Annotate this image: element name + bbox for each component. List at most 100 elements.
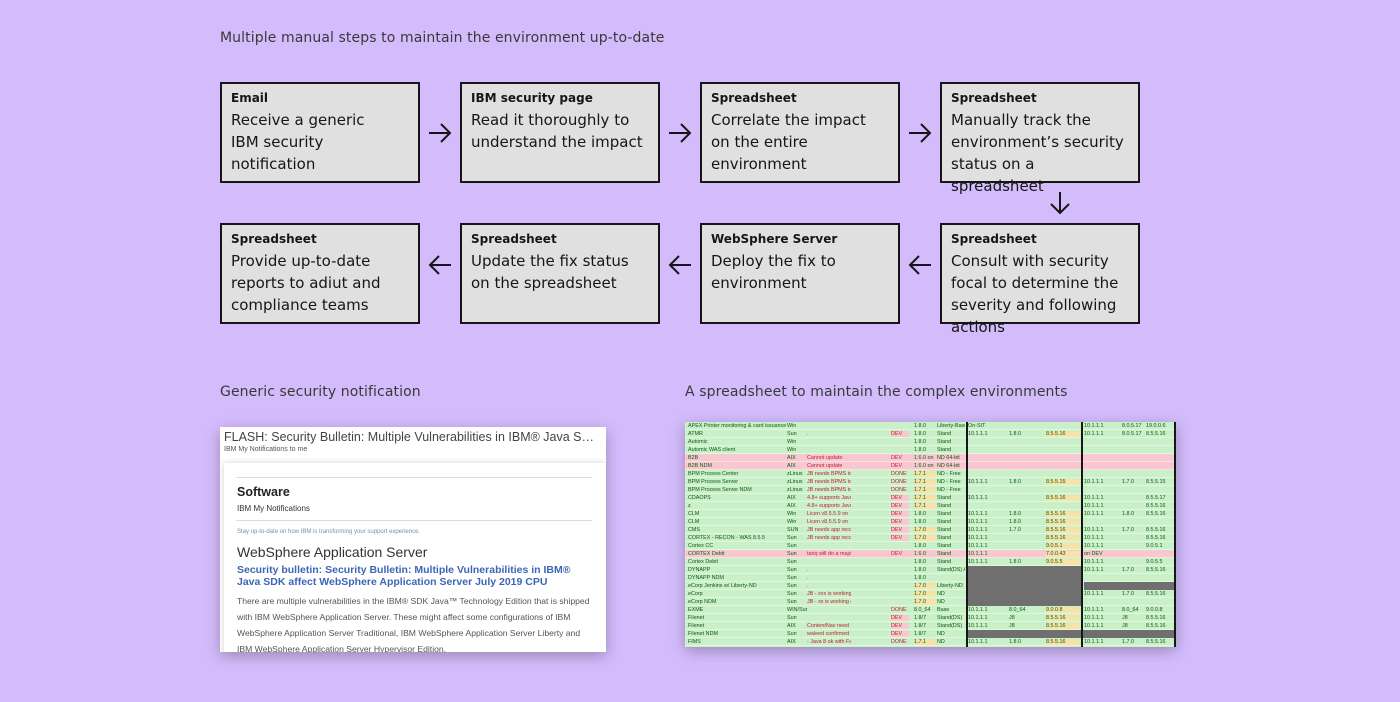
step-label: WebSphere Server (711, 232, 838, 246)
sheet-cell: 1.7.0 (914, 527, 936, 533)
sheet-cell: 1.8.0 (914, 431, 926, 437)
sheet-cell: 9.0.5.1 (1046, 543, 1080, 549)
email-section-title: Software (237, 485, 290, 499)
sheet-cell: 1.7.1 (914, 471, 936, 477)
arrow-left-icon (667, 252, 693, 278)
sheet-cell: 10.1.1.1 (1084, 527, 1104, 533)
sheet-cell: . (807, 583, 809, 589)
sheet-cell: Stand(DS) (937, 615, 963, 621)
sheet-cell: CORTEX - RECON - WAS 8.5.5 (688, 535, 765, 541)
sheet-cell: CMS (688, 527, 700, 533)
sheet-cell: Sun (787, 615, 797, 621)
sheet-cell: Automic WAS client (688, 447, 736, 453)
sheet-cell: 1.7.0 (1122, 639, 1134, 645)
sheet-cell: 10.1.1.1 (968, 623, 988, 629)
step-label: Spreadsheet (471, 232, 557, 246)
sheet-cell: . (807, 575, 809, 581)
sheet-cell: 8.5.5.16 (1146, 503, 1166, 509)
sheet-cell: Stand (937, 543, 952, 549)
sheet-cell: Base (937, 607, 950, 613)
sheet-cell: SUN (787, 527, 799, 533)
sheet-row: ATMR Sun. DEV 1.8.0 Stand 10.1.1.1 1.8.0 8.5.5.… (685, 430, 1176, 438)
sheet-cell: 10.1.1.1 (968, 615, 988, 621)
sheet-row: Cortex Debit Sun 1.8.0 Stand 10.1.1.1 1.8.0 9.… (685, 558, 1176, 566)
sheet-cell: WIN/Sun (787, 607, 807, 613)
sheet-cell: Win (787, 511, 797, 517)
email-sender: IBM My Notifications (237, 504, 310, 513)
sheet-row: CORTEX Debit Sun tariq will do a major DEV 1… (685, 550, 1176, 558)
sheet-cell: DEV (891, 495, 909, 501)
sheet-cell: Cortex Debit (688, 559, 718, 565)
sheet-row: APEX Printer monitoring & card issuance W… (685, 422, 1176, 430)
sheet-cell: 8.5.5.16 (1046, 519, 1080, 525)
sheet-cell: 1.8.0 (914, 559, 926, 565)
sheet-cell: 1.7.0 (914, 583, 936, 589)
step-label: IBM security page (471, 91, 593, 105)
sheet-cell: JB - xxx is working (807, 591, 851, 597)
sheet-cell: JB needs app reco (807, 527, 851, 533)
sheet-cell: 8.5.5.16 (1046, 527, 1080, 533)
spreadsheet-screenshot: APEX Printer monitoring & card issuance W… (685, 422, 1176, 647)
sheet-cell: DEV (891, 527, 909, 533)
sheet-row: Cortex CC Sun 1.8.0 Stand 10.1.1.1 9.0.5.1 10.… (685, 542, 1176, 550)
sheet-cell: 1.8.0 (914, 447, 926, 453)
gray-block (1084, 582, 1176, 590)
sheet-cell: 1.8.0 (914, 439, 926, 445)
step-text: Deploy the fix to environment (711, 252, 836, 292)
sheet-cell: 10.1.1.1 (1084, 423, 1104, 429)
sheet-cell: ND (937, 639, 945, 645)
step-text: Provide up-to-date reports to adiut and … (231, 252, 381, 314)
gray-block (968, 630, 1176, 638)
sheet-cell: 1.7.1 (914, 503, 936, 509)
sheet-row: B2B NDM AIX Cannot update DEV 1.6.0 on ND 64-… (685, 462, 1176, 470)
sheet-row: DYNAPP NDM Sun. 1.8.0 (685, 574, 1176, 582)
sheet-cell: Win (787, 439, 797, 445)
sheet-cell: 4.8+ supports Java (807, 495, 851, 501)
step-text: Update the fix status on the spreadsheet (471, 252, 629, 292)
sheet-cell: Stand (937, 503, 952, 509)
sheet-cell: JB needs app reco (807, 535, 851, 541)
sheet-cell: JB needs BPMS to (807, 471, 851, 477)
sheet-cell: 10.1.1.1 (1084, 535, 1104, 541)
sheet-row: Automic WAS client Win 1.8.0 Stand (685, 446, 1176, 454)
sheet-row: eCorp Sun JB - xxx is working 1.7.0 ND 10.1.1… (685, 590, 1176, 598)
column-divider (966, 422, 968, 647)
sheet-row: CLM Win Licen v8.5.5.9 on DEV 1.8.0 Stand 10.1… (685, 518, 1176, 526)
sheet-cell: waleed confirmed (807, 631, 850, 637)
sheet-cell: 8.5.5.16 (1146, 511, 1166, 517)
sheet-cell: . (807, 431, 809, 437)
sheet-cell: ND - Free (937, 471, 961, 477)
sheet-cell: 10.1.1.1 (1084, 639, 1104, 645)
sheet-cell: ND (937, 591, 945, 597)
step-label: Spreadsheet (711, 91, 797, 105)
sheet-cell: J8 (1009, 623, 1015, 629)
sheet-row: CLM Win Licen v8.5.5.9 on DEV 1.8.0 Stand 10.1… (685, 510, 1176, 518)
sheet-cell: Stand (937, 495, 952, 501)
sheet-cell: Sun (787, 543, 797, 549)
column-divider (1081, 422, 1083, 647)
top-caption: Multiple manual steps to maintain the en… (220, 30, 665, 46)
sheet-cell: DEV (891, 463, 909, 469)
sheet-cell: 8.5.5.16 (1146, 527, 1166, 533)
step-update-fix-status: Spreadsheet Update the fix status on the… (460, 223, 660, 324)
divider (236, 477, 592, 478)
sheet-cell: 8.5.5.16 (1046, 639, 1080, 645)
sheet-row: EXME WIN/Sun DONE 8.0_64 Base 10.1.1.1 8.0_64 9… (685, 606, 1176, 614)
sheet-row: CORTEX - RECON - WAS 8.5.5 Sun JB needs ap… (685, 534, 1176, 542)
sheet-cell: JB needs BPMS to (807, 487, 851, 493)
sheet-cell: 1.8.0 (914, 423, 926, 429)
sheet-cell: Cortex CC (688, 543, 714, 549)
sheet-cell: ND - Free (937, 487, 961, 493)
sheet-cell: 1.8.0 (914, 511, 926, 517)
sheet-cell: Sun (787, 559, 797, 565)
sheet-cell: 8.5.5.16 (1146, 591, 1166, 597)
sheet-cell: 1.8.0 (914, 543, 926, 549)
sheet-cell: 10.1.1.1 (1084, 431, 1104, 437)
sheet-cell: 8.5.5.16 (1046, 431, 1080, 437)
sheet-cell: ND 64-bit (937, 455, 960, 461)
sheet-cell: DYNAPP (688, 567, 711, 573)
email-bulletin-link: Security bulletin: Security Bulletin: Mu… (237, 564, 571, 588)
sheet-cell: 8.5.5.16 (1146, 567, 1166, 573)
sheet-cell: 1.6.0 on (914, 463, 934, 469)
sheet-cell: 1.7.0 (1122, 567, 1134, 573)
